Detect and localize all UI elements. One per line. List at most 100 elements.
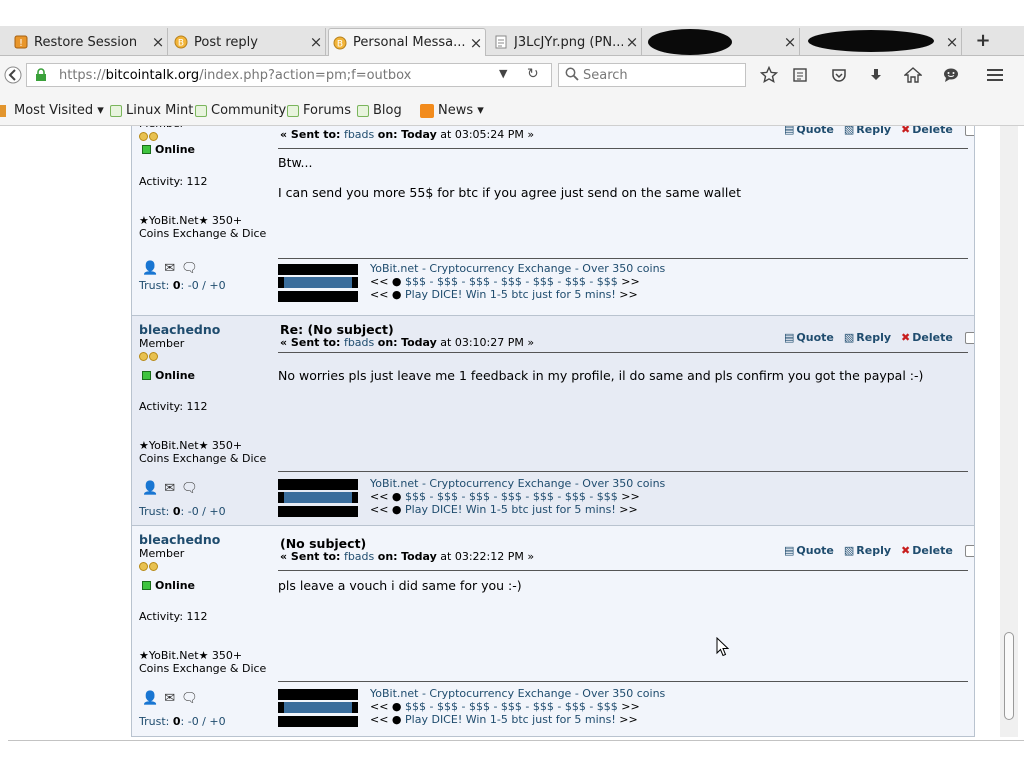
pm-message: bleachedno Member Online Activity: 112 ★… bbox=[132, 316, 974, 526]
svg-text:!: ! bbox=[19, 38, 23, 49]
search-bar[interactable]: Search bbox=[558, 63, 746, 87]
chat-icon[interactable] bbox=[940, 64, 962, 86]
sig-line: << ● $$$ - $$$ - $$$ - $$$ - $$$ - $$$ -… bbox=[370, 275, 640, 288]
sig-block bbox=[278, 688, 358, 700]
email-icon[interactable]: ✉ bbox=[164, 691, 175, 706]
reply-button[interactable]: ▧ Reply bbox=[844, 331, 891, 344]
url-bar[interactable]: https://bitcointalk.org/index.php?action… bbox=[26, 63, 552, 87]
sig-block bbox=[278, 290, 358, 302]
signature: YoBit.net - Cryptocurrency Exchange - Ov… bbox=[278, 477, 665, 518]
signature: YoBit.net - Cryptocurrency Exchange - Ov… bbox=[278, 687, 665, 728]
poster-activity: Activity: 112 bbox=[139, 610, 208, 623]
close-icon[interactable]: × bbox=[623, 33, 641, 51]
bookmark-most-visited[interactable]: Most Visited ▾ bbox=[0, 103, 104, 118]
quote-button[interactable]: ▤ Quote bbox=[784, 544, 834, 557]
menu-icon[interactable] bbox=[984, 64, 1006, 86]
quote-button[interactable]: ▤ Quote bbox=[784, 126, 834, 136]
scrollbar-thumb[interactable] bbox=[1004, 632, 1014, 720]
pm-outbox-list: Member Online Activity: 112 ★YoBit.Net★ … bbox=[131, 126, 975, 737]
close-icon[interactable]: × bbox=[943, 33, 961, 51]
poster-rank: Member bbox=[139, 337, 185, 350]
tab-redacted-2[interactable]: × bbox=[804, 28, 962, 56]
poster-rank: Member bbox=[139, 547, 185, 560]
signature-divider bbox=[278, 681, 968, 682]
message-subject[interactable]: (No subject) bbox=[280, 536, 366, 551]
bookmark-linux-mint[interactable]: Linux Mint bbox=[110, 103, 193, 118]
pm-actions: ▤ Quote ▧ Reply ✖ Delete bbox=[784, 544, 974, 557]
lock-icon bbox=[35, 68, 47, 86]
reply-icon: ▧ bbox=[843, 331, 855, 344]
tab-restore-session[interactable]: ! Restore Session × bbox=[10, 28, 168, 56]
bitcoin-favicon: B bbox=[174, 35, 188, 49]
close-icon[interactable]: × bbox=[781, 33, 799, 51]
tab-personal-messages[interactable]: B Personal Messa... × bbox=[328, 28, 486, 56]
poster-rank: Member bbox=[139, 126, 274, 130]
bookmark-news[interactable]: News ▾ bbox=[420, 103, 484, 118]
poster-personal-text: ★YoBit.Net★ 350+ Coins Exchange & Dice bbox=[139, 214, 267, 240]
new-tab-button[interactable]: + bbox=[972, 30, 994, 52]
search-icon bbox=[565, 67, 579, 85]
tab-image-file[interactable]: J3LcJYr.png (PN... × bbox=[490, 28, 642, 56]
reload-icon[interactable]: ↻ bbox=[527, 66, 539, 82]
rank-coins bbox=[139, 132, 274, 141]
trust-score: Trust: 0: -0 / +0 bbox=[139, 279, 226, 292]
select-checkbox[interactable] bbox=[964, 544, 974, 557]
mouse-cursor-icon bbox=[716, 637, 730, 657]
tab-post-reply[interactable]: B Post reply × bbox=[170, 28, 326, 56]
online-icon bbox=[142, 581, 151, 590]
recipient-link[interactable]: fbads bbox=[344, 336, 374, 349]
reply-icon: ▧ bbox=[843, 544, 855, 557]
quote-button[interactable]: ▤ Quote bbox=[784, 331, 834, 344]
select-checkbox[interactable] bbox=[964, 331, 974, 344]
delete-button[interactable]: ✖ Delete bbox=[901, 126, 953, 136]
recipient-link[interactable]: fbads bbox=[344, 128, 374, 141]
sig-link[interactable]: YoBit.net - Cryptocurrency Exchange - Ov… bbox=[370, 262, 665, 275]
poster-personal-text: ★YoBit.Net★ 350+ Coins Exchange & Dice bbox=[139, 649, 267, 675]
email-icon[interactable]: ✉ bbox=[164, 261, 175, 276]
online-status: Online bbox=[142, 143, 195, 156]
delete-icon: ✖ bbox=[901, 544, 911, 557]
reply-button[interactable]: ▧ Reply bbox=[844, 126, 891, 136]
sig-link[interactable]: YoBit.net - Cryptocurrency Exchange - Ov… bbox=[370, 477, 665, 490]
dropdown-arrow-icon[interactable]: ▼ bbox=[499, 67, 507, 80]
pocket-icon[interactable] bbox=[828, 64, 850, 86]
profile-icon[interactable]: 👤 bbox=[142, 261, 158, 276]
signature: YoBit.net - Cryptocurrency Exchange - Ov… bbox=[278, 262, 665, 303]
reply-button[interactable]: ▧ Reply bbox=[844, 544, 891, 557]
email-icon[interactable]: ✉ bbox=[164, 481, 175, 496]
back-icon[interactable] bbox=[2, 64, 24, 86]
poster-info: Member bbox=[139, 126, 274, 141]
profile-icon[interactable]: 👤 bbox=[142, 691, 158, 706]
reading-list-icon[interactable] bbox=[789, 64, 811, 86]
message-icon[interactable]: 🗨 bbox=[181, 261, 198, 276]
poster-name[interactable]: bleachedno bbox=[139, 532, 274, 547]
sig-block bbox=[278, 715, 358, 727]
delete-button[interactable]: ✖ Delete bbox=[901, 544, 953, 557]
bookmark-forums[interactable]: Forums bbox=[287, 103, 351, 118]
poster-name[interactable]: bleachedno bbox=[139, 322, 274, 337]
close-icon[interactable]: × bbox=[149, 33, 167, 51]
tab-label: Restore Session bbox=[34, 34, 138, 50]
home-icon[interactable] bbox=[902, 64, 924, 86]
recipient-link[interactable]: fbads bbox=[344, 550, 374, 563]
close-icon[interactable]: × bbox=[307, 33, 325, 51]
message-icon[interactable]: 🗨 bbox=[181, 691, 198, 706]
delete-button[interactable]: ✖ Delete bbox=[901, 331, 953, 344]
bookmark-blog[interactable]: Blog bbox=[357, 103, 402, 118]
message-subject[interactable]: Re: (No subject) bbox=[280, 322, 394, 337]
online-status: Online bbox=[142, 369, 195, 382]
poster-icons: 👤 ✉ 🗨 bbox=[142, 691, 198, 706]
select-checkbox[interactable] bbox=[964, 126, 974, 136]
profile-icon[interactable]: 👤 bbox=[142, 481, 158, 496]
poster-icons: 👤 ✉ 🗨 bbox=[142, 261, 198, 276]
divider bbox=[278, 352, 968, 353]
sig-link[interactable]: YoBit.net - Cryptocurrency Exchange - Ov… bbox=[370, 687, 665, 700]
bookmark-star-icon[interactable] bbox=[758, 64, 780, 86]
close-icon[interactable]: × bbox=[467, 34, 485, 52]
tab-redacted-1[interactable]: × bbox=[644, 28, 800, 56]
message-icon[interactable]: 🗨 bbox=[181, 481, 198, 496]
download-icon[interactable] bbox=[865, 64, 887, 86]
bookmark-community[interactable]: Community bbox=[195, 103, 286, 118]
sig-line: << ● Play DICE! Win 1-5 btc just for 5 m… bbox=[370, 288, 638, 301]
mint-icon bbox=[195, 104, 207, 117]
